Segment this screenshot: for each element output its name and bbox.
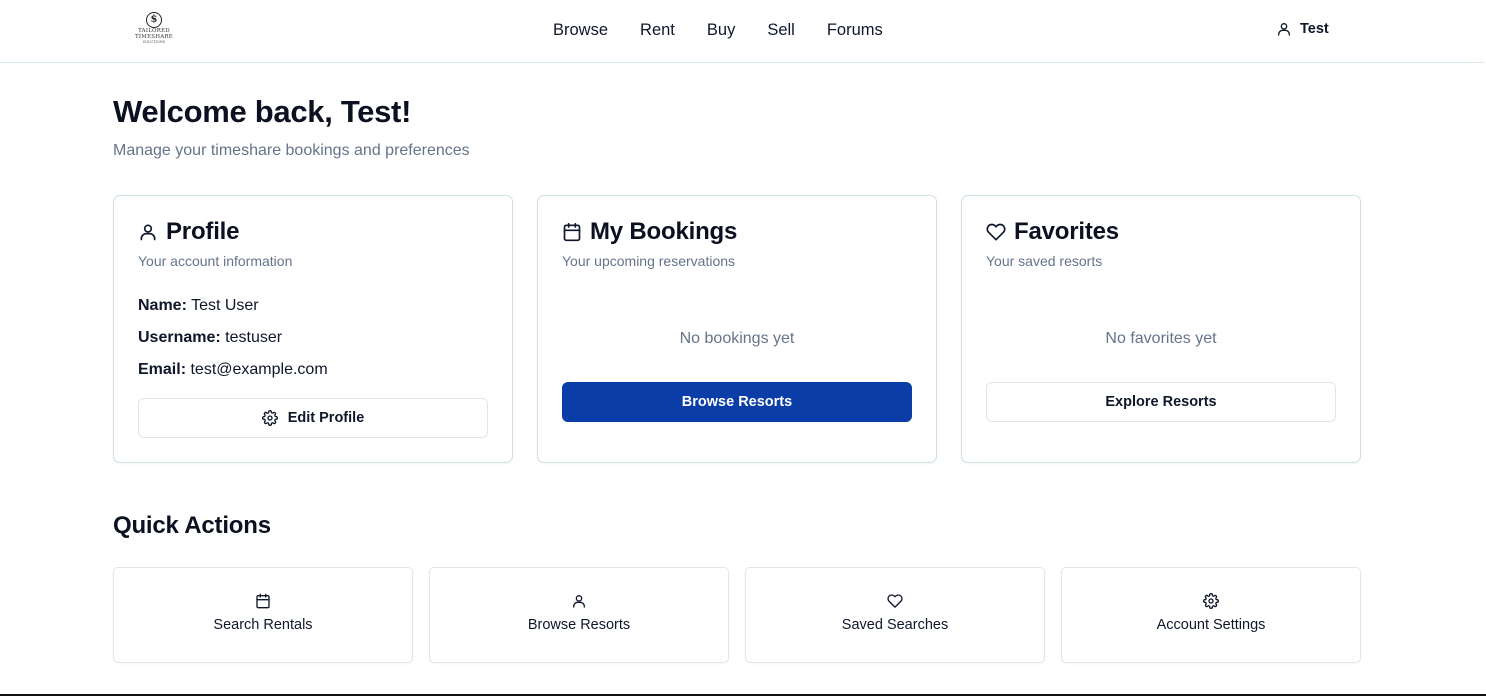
page-subtitle: Manage your timeshare bookings and prefe… [113,142,470,159]
top-navbar: $ TAILORED TIMESHARE SOLUTIONS Browse Re… [0,0,1484,63]
profile-name-row: Name: Test User [138,297,259,315]
main-nav: Browse Rent Buy Sell Forums [553,20,915,40]
bookings-title-text: My Bookings [590,218,738,245]
quick-action-label: Saved Searches [841,617,949,633]
favorites-subtitle: Your saved resorts [986,253,1103,269]
name-label: Name: [138,297,187,314]
profile-subtitle: Your account information [138,253,293,269]
profile-title-text: Profile [166,218,240,245]
favorites-empty-state: No favorites yet [1105,330,1217,347]
profile-email-row: Email: test@example.com [138,361,328,379]
user-icon [138,222,158,242]
favorites-card: Favorites Your saved resorts No favorite… [961,195,1361,463]
quick-action-browse-resorts[interactable]: Browse Resorts [429,567,729,663]
bookings-subtitle: Your upcoming reservations [562,253,736,269]
user-icon [571,593,587,609]
logo-emblem-icon: $ [146,12,162,28]
edit-profile-label: Edit Profile [287,410,365,426]
nav-sell[interactable]: Sell [767,20,795,40]
quick-action-label: Search Rentals [213,617,313,633]
favorites-title-text: Favorites [1014,218,1119,245]
calendar-icon [255,593,271,609]
bookings-card-title: My Bookings [562,218,737,246]
browse-resorts-button[interactable]: Browse Resorts [562,382,912,422]
email-value: test@example.com [190,361,328,378]
username-label: Username: [138,329,221,346]
heart-icon [887,593,903,609]
nav-buy[interactable]: Buy [707,20,735,40]
quick-action-account-settings[interactable]: Account Settings [1061,567,1361,663]
logo[interactable]: $ TAILORED TIMESHARE SOLUTIONS [134,12,174,48]
user-icon [1276,21,1292,37]
heart-icon [986,222,1006,242]
quick-actions-title: Quick Actions [113,512,271,539]
gear-icon [1203,593,1219,609]
page-title: Welcome back, Test! [113,94,412,129]
quick-action-label: Browse Resorts [527,617,631,633]
logo-line-3: SOLUTIONS [142,40,166,44]
profile-username-row: Username: testuser [138,329,282,347]
profile-card-title: Profile [138,218,239,246]
nav-forums[interactable]: Forums [827,20,883,40]
quick-action-label: Account Settings [1156,617,1266,633]
quick-action-search-rentals[interactable]: Search Rentals [113,567,413,663]
gear-icon [261,410,278,426]
nav-rent[interactable]: Rent [640,20,675,40]
username-value: testuser [225,329,283,346]
name-value: Test User [191,297,259,314]
edit-profile-button[interactable]: Edit Profile [138,398,488,438]
user-name-label: Test [1300,21,1329,37]
explore-resorts-button[interactable]: Explore Resorts [986,382,1336,422]
email-label: Email: [138,361,187,378]
favorites-card-title: Favorites [986,218,1119,246]
quick-action-saved-searches[interactable]: Saved Searches [745,567,1045,663]
nav-browse[interactable]: Browse [553,20,608,40]
profile-card: Profile Your account information Name: T… [113,195,513,463]
user-menu-button[interactable]: Test [1276,21,1329,37]
bookings-empty-state: No bookings yet [679,330,795,347]
calendar-icon [562,222,582,242]
bookings-card: My Bookings Your upcoming reservations N… [537,195,937,463]
